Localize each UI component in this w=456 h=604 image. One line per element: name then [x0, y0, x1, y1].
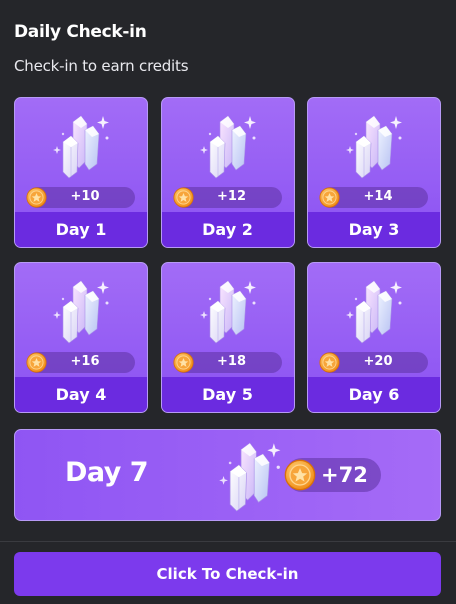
- day-card-2[interactable]: +12 Day 2: [160, 97, 295, 248]
- reward-amount: +12: [217, 189, 246, 204]
- day-label: Day 3: [308, 212, 440, 247]
- reward-pill: +72: [285, 458, 381, 492]
- divider: [0, 541, 456, 542]
- day-label: Day 7: [65, 457, 149, 488]
- checkin-button[interactable]: Click To Check-in: [14, 552, 441, 596]
- reward-pill: +12: [174, 187, 282, 208]
- day-label: Day 1: [15, 212, 147, 247]
- page-subtitle: Check-in to earn credits: [14, 57, 189, 75]
- crystal-icon: [217, 438, 287, 514]
- day-label: Day 2: [161, 212, 294, 247]
- day-card-7[interactable]: Day 7 +72: [14, 429, 441, 521]
- checkin-grid: +10 Day 1 +12 Day 2 +14 Day 3 +16 Day 4 …: [14, 97, 441, 413]
- crystal-icon: [198, 112, 262, 180]
- reward-amount: +18: [217, 354, 246, 369]
- day-card-5[interactable]: +18 Day 5: [160, 262, 295, 413]
- reward-pill: +16: [27, 352, 135, 373]
- crystal-icon: [344, 277, 408, 345]
- reward-pill: +18: [174, 352, 282, 373]
- day-label: Day 6: [308, 377, 440, 412]
- crystal-icon: [344, 112, 408, 180]
- day-card-1[interactable]: +10 Day 1: [14, 97, 148, 248]
- day-card-4[interactable]: +16 Day 4: [14, 262, 148, 413]
- reward-amount: +14: [363, 189, 393, 204]
- reward-amount: +20: [363, 354, 393, 369]
- coin-icon: [284, 459, 316, 491]
- crystal-icon: [51, 112, 115, 180]
- crystal-icon: [198, 277, 262, 345]
- reward-amount: +16: [70, 354, 100, 369]
- day-label: Day 4: [15, 377, 147, 412]
- day-card-6[interactable]: +20 Day 6: [307, 262, 441, 413]
- day-card-3[interactable]: +14 Day 3: [307, 97, 441, 248]
- reward-amount: +72: [321, 463, 368, 487]
- reward-pill: +20: [320, 352, 428, 373]
- reward-pill: +10: [27, 187, 135, 208]
- reward-amount: +10: [70, 189, 100, 204]
- page-title: Daily Check-in: [14, 22, 147, 42]
- crystal-icon: [51, 277, 115, 345]
- reward-pill: +14: [320, 187, 428, 208]
- day-label: Day 5: [161, 377, 294, 412]
